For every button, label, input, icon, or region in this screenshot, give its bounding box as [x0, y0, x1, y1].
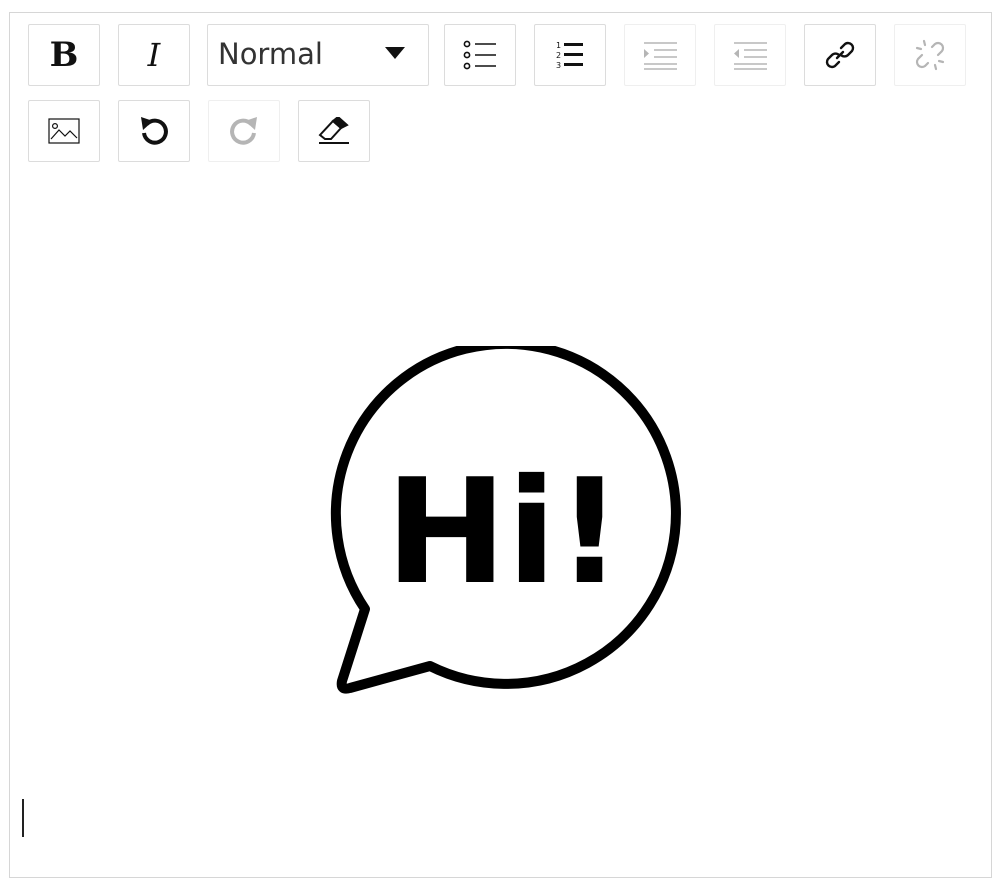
eraser-icon: [317, 117, 351, 145]
bold-button[interactable]: B: [28, 24, 100, 86]
format-select[interactable]: Normal: [207, 24, 429, 86]
format-select-value: Normal: [218, 37, 323, 71]
chevron-down-icon: [385, 47, 405, 65]
bulleted-list-icon: [463, 40, 497, 70]
svg-text:1: 1: [556, 41, 561, 50]
image-button[interactable]: [28, 100, 100, 162]
redo-icon: [228, 115, 260, 147]
numbered-list-button[interactable]: 1 2 3: [534, 24, 606, 86]
image-icon: [48, 118, 80, 144]
svg-text:2: 2: [556, 51, 561, 60]
rich-text-editor: B I Normal 1 2 3 Hi!: [9, 12, 992, 878]
outdent-button[interactable]: [714, 24, 786, 86]
text-cursor: [22, 799, 24, 837]
editor-content[interactable]: Hi!: [10, 181, 991, 877]
hi-speech-bubble-image: Hi!: [322, 338, 682, 711]
unlink-icon: [914, 39, 946, 71]
outdent-icon: [732, 40, 768, 70]
bold-icon: B: [49, 35, 79, 75]
redo-button[interactable]: [208, 100, 280, 162]
italic-button[interactable]: I: [118, 24, 190, 86]
numbered-list-icon: 1 2 3: [556, 40, 584, 70]
undo-button[interactable]: [118, 100, 190, 162]
svg-text:3: 3: [556, 61, 561, 70]
link-button[interactable]: [804, 24, 876, 86]
hi-text: Hi!: [385, 448, 622, 617]
link-icon: [824, 39, 856, 71]
indent-icon: [642, 40, 678, 70]
indent-button[interactable]: [624, 24, 696, 86]
unlink-button[interactable]: [894, 24, 966, 86]
clear-formatting-button[interactable]: [298, 100, 370, 162]
italic-icon: I: [147, 36, 161, 74]
undo-icon: [138, 115, 170, 147]
bulleted-list-button[interactable]: [444, 24, 516, 86]
